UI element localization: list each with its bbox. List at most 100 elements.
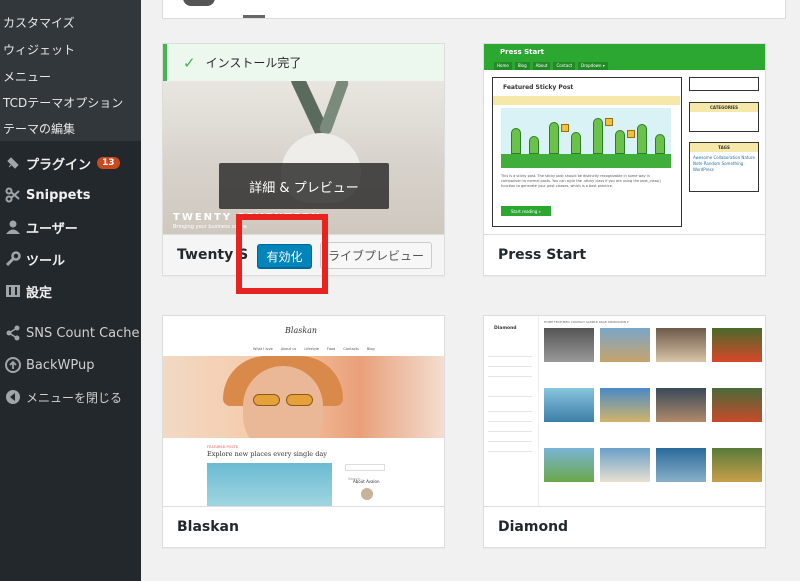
screenshot-nav-item: About — [532, 62, 551, 70]
divider — [488, 441, 532, 442]
menu-label: メニューを閉じる — [26, 390, 123, 405]
menu-label: Snippets — [26, 187, 91, 203]
screenshot-about-title: About Avalon — [353, 479, 380, 484]
install-complete-notice: ✓ インストール完了 — [163, 44, 444, 81]
screenshot-nav-item: Contacts — [343, 347, 359, 351]
grid-thumbnail — [712, 328, 762, 362]
theme-screenshot[interactable]: TWENTY SEVENTEEN Bringing your business … — [163, 81, 444, 234]
screenshot-post-heading: Explore new places every single day — [207, 450, 327, 458]
menu-backwpup[interactable]: BackWPup — [0, 351, 141, 379]
theme-screenshot[interactable]: Blaskan What I love About us Lifestyle F… — [163, 316, 444, 506]
widget-title: CATEGORIES — [690, 103, 758, 112]
block — [605, 118, 613, 126]
divider — [488, 421, 532, 422]
grid-thumbnail — [712, 388, 762, 422]
divider — [488, 396, 532, 397]
grid-thumbnail — [600, 448, 650, 482]
sunglasses — [253, 394, 313, 406]
screenshot-nav-item: Food — [327, 347, 336, 351]
screenshot-categories-widget: CATEGORIES — [689, 102, 759, 132]
update-count-badge: 13 — [97, 157, 120, 169]
pillar — [637, 124, 647, 154]
screenshot-nav-item: About us — [280, 347, 297, 351]
theme-details-button[interactable]: 詳細 & プレビュー — [219, 163, 389, 209]
screenshot-site-title: Press Start — [500, 48, 545, 56]
menu-label: ユーザー — [26, 221, 78, 237]
screenshot-search-widget — [689, 77, 759, 91]
divider — [488, 366, 532, 367]
screenshot-nav: HOME FEATURED CONTACT SAMPLE PAGE DROPDO… — [544, 320, 629, 324]
menu-tools[interactable]: ツール — [0, 245, 141, 273]
block — [561, 124, 569, 132]
menu-settings[interactable]: 設定 — [0, 277, 141, 305]
screenshot-nav: Home Blog About Contact Dropdown ▾ — [494, 62, 608, 70]
submenu-theme-editor[interactable]: テーマの編集 — [3, 120, 75, 137]
grid-thumbnail — [544, 388, 594, 422]
theme-name: Blaskan — [177, 519, 239, 535]
screenshot-hero-image — [163, 356, 444, 438]
grid-thumbnail — [656, 328, 706, 362]
submenu-customize[interactable]: カスタマイズ — [3, 14, 75, 31]
theme-card-press-start[interactable]: Press Start Home Blog About Contact Drop… — [483, 43, 766, 276]
theme-card-blaskan[interactable]: Blaskan What I love About us Lifestyle F… — [162, 315, 445, 548]
collapse-menu-button[interactable]: メニューを閉じる — [0, 383, 141, 411]
grid-thumbnail — [656, 448, 706, 482]
admin-sidebar: カスタマイズ ウィジェット メニュー TCDテーマオプション テーマの編集 プラ… — [0, 0, 141, 581]
screenshot-post-meta — [493, 96, 680, 105]
pillar — [615, 130, 625, 154]
widget-title: TAGS — [690, 143, 758, 152]
menu-users[interactable]: ユーザー — [0, 213, 141, 241]
pillar — [549, 122, 559, 154]
avatar — [361, 488, 373, 500]
plugin-icon — [0, 155, 26, 171]
theme-name: Press Start — [498, 247, 587, 263]
ground — [501, 154, 671, 168]
active-tab-indicator — [243, 15, 265, 18]
pillar — [571, 132, 581, 154]
divider — [488, 376, 532, 377]
submenu-menus[interactable]: メニュー — [3, 68, 51, 85]
pillar — [655, 134, 665, 154]
user-icon — [0, 219, 26, 235]
screenshot-logo: Blaskan — [285, 326, 318, 335]
share-icon — [0, 325, 26, 341]
divider — [488, 431, 532, 432]
screenshot-nav-item: Home — [494, 62, 512, 70]
submenu-widgets[interactable]: ウィジェット — [3, 41, 75, 58]
theme-screenshot[interactable]: Diamond HOME FEATURED CONTACT SAMPLE PAG… — [484, 316, 765, 506]
divider — [488, 451, 532, 452]
screenshot-tags-widget: TAGS Awesome Collaboration Nature Note R… — [689, 142, 759, 192]
scissors-icon — [0, 187, 26, 203]
screenshot-post: Featured Sticky Post This is a sticky po… — [492, 77, 682, 227]
screenshot-site-title: Diamond — [494, 326, 517, 331]
theme-count-pill — [183, 0, 215, 6]
submenu-tcd-theme-options[interactable]: TCDテーマオプション — [3, 94, 123, 111]
screenshot-nav: What I love About us Lifestyle Food Cont… — [253, 347, 375, 351]
checkmark-icon: ✓ — [183, 53, 196, 72]
screenshot-sidebar: Diamond — [484, 316, 539, 506]
tag-cloud: Awesome Collaboration Nature Note Random… — [693, 155, 755, 172]
screenshot-search-box: Search... — [345, 464, 385, 481]
theme-actions-footer: Press Start — [484, 234, 765, 275]
theme-screenshot[interactable]: Press Start Home Blog About Contact Drop… — [484, 44, 765, 234]
screenshot-nav-item: Contact — [553, 62, 576, 70]
screenshot-read-button: Start reading » — [501, 206, 551, 216]
divider — [488, 356, 532, 357]
screenshot-post-text: This is a sticky post. The sticky post s… — [501, 174, 661, 188]
menu-sns-count-cache[interactable]: SNS Count Cache — [0, 319, 141, 347]
pillar — [511, 128, 521, 154]
grid-thumbnail — [600, 388, 650, 422]
theme-card-diamond[interactable]: Diamond HOME FEATURED CONTACT SAMPLE PAG… — [483, 315, 766, 548]
pillar — [593, 118, 603, 154]
highlight-annotation-box — [236, 214, 328, 294]
menu-plugins[interactable]: プラグイン 13 — [0, 149, 141, 177]
theme-actions-footer: Diamond — [484, 506, 765, 547]
menu-snippets[interactable]: Snippets — [0, 181, 141, 209]
grid-thumbnail — [600, 328, 650, 362]
plant-leaf — [318, 81, 350, 137]
theme-filter-bar — [162, 0, 786, 19]
grid-thumbnail — [656, 388, 706, 422]
live-preview-button[interactable]: ライブプレビュー — [320, 242, 432, 269]
grid-thumbnail — [544, 448, 594, 482]
menu-label: プラグイン — [26, 157, 92, 173]
